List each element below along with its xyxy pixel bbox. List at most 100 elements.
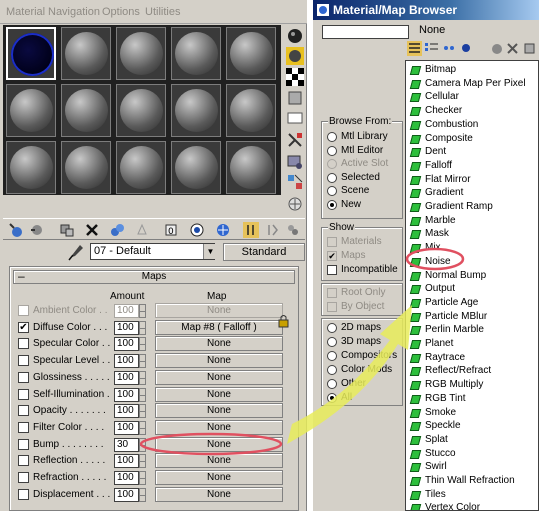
amount-spinner[interactable] — [139, 454, 146, 469]
update-scene-materials-icon[interactable] — [489, 41, 504, 56]
material-slot[interactable] — [171, 84, 221, 137]
video-color-check-icon[interactable] — [286, 109, 304, 127]
radio-button[interactable] — [327, 132, 337, 142]
map-enable-checkbox[interactable] — [18, 421, 29, 433]
map-button[interactable]: None — [155, 470, 283, 485]
menu-material[interactable]: Material — [6, 6, 45, 18]
map-list-item[interactable]: RGB Tint — [406, 392, 538, 406]
material-slot[interactable] — [61, 141, 111, 194]
material-slot[interactable] — [116, 141, 166, 194]
lock-icon[interactable] — [278, 314, 289, 328]
map-button[interactable]: None — [155, 403, 283, 419]
material-effects-channel-icon[interactable]: 0 — [163, 222, 179, 238]
get-material-icon[interactable] — [8, 222, 24, 238]
map-list[interactable]: Bitmap Camera Map Per Pixel Cellular Checke… — [405, 60, 539, 511]
amount-field[interactable]: 100 — [114, 304, 139, 318]
map-list-item[interactable]: Vertex Color — [406, 501, 538, 510]
go-forward-to-sibling-icon[interactable] — [265, 222, 281, 238]
radio-button[interactable] — [327, 393, 337, 403]
map-list-item[interactable]: Noise — [406, 255, 538, 269]
map-button[interactable]: None — [155, 453, 283, 469]
amount-spinner[interactable] — [139, 420, 146, 435]
map-list-item[interactable]: Splat — [406, 433, 538, 447]
amount-spinner[interactable] — [139, 304, 146, 318]
material-slot[interactable] — [226, 84, 276, 137]
make-preview-icon[interactable] — [286, 131, 304, 149]
map-list-item[interactable]: Checker — [406, 104, 538, 118]
checkbox[interactable]: ✔ — [327, 251, 337, 261]
amount-spinner[interactable] — [139, 487, 146, 502]
map-list-item[interactable]: Raytrace — [406, 351, 538, 365]
map-enable-checkbox[interactable] — [18, 438, 29, 450]
checkbox[interactable] — [327, 237, 337, 247]
map-enable-checkbox[interactable] — [18, 305, 29, 316]
map-button[interactable]: None — [155, 336, 283, 352]
chevron-down-icon[interactable]: ▼ — [203, 244, 217, 259]
map-list-item[interactable]: Normal Bump — [406, 269, 538, 283]
map-enable-checkbox[interactable] — [18, 405, 29, 417]
map-list-item[interactable]: Combustion — [406, 118, 538, 132]
amount-field[interactable]: 100 — [114, 471, 139, 485]
amount-field[interactable]: 100 — [114, 387, 139, 402]
material-slot[interactable] — [61, 84, 111, 137]
material-type-button[interactable]: Standard — [223, 243, 305, 261]
amount-field[interactable]: 100 — [114, 404, 139, 419]
map-list-item[interactable]: Camera Map Per Pixel — [406, 77, 538, 91]
map-list-item[interactable]: Composite — [406, 132, 538, 146]
map-enable-checkbox[interactable] — [18, 388, 29, 400]
menu-options[interactable]: Options — [102, 6, 140, 18]
options-icon[interactable] — [286, 153, 304, 171]
map-list-item[interactable]: Particle Age — [406, 296, 538, 310]
map-list-item[interactable]: Perlin Marble — [406, 323, 538, 337]
radio-button[interactable] — [327, 186, 337, 197]
radio-button[interactable] — [327, 351, 337, 361]
material-map-navigator-icon[interactable] — [286, 195, 304, 213]
delete-from-library-icon[interactable] — [505, 41, 520, 56]
material-slot[interactable] — [6, 141, 56, 194]
assign-material-icon[interactable] — [59, 222, 75, 238]
map-enable-checkbox[interactable] — [18, 488, 29, 500]
map-list-item[interactable]: Bitmap — [406, 63, 538, 77]
view-small-icons-icon[interactable] — [442, 41, 457, 56]
amount-field[interactable]: 100 — [114, 487, 139, 502]
map-button[interactable]: None — [155, 353, 283, 369]
map-list-item[interactable]: Stucco — [406, 447, 538, 461]
amount-spinner[interactable] — [139, 404, 146, 419]
amount-field[interactable]: 100 — [114, 420, 139, 435]
radio-button[interactable] — [327, 379, 337, 389]
material-slot[interactable] — [116, 84, 166, 137]
material-slot[interactable] — [171, 27, 221, 80]
search-input[interactable] — [322, 25, 409, 39]
material-slot[interactable] — [61, 27, 111, 80]
sample-type-sphere-icon[interactable] — [286, 27, 304, 45]
map-enable-checkbox[interactable] — [18, 472, 29, 483]
map-list-item[interactable]: Flat Mirror — [406, 173, 538, 187]
map-button[interactable]: None — [155, 486, 283, 502]
radio-button[interactable] — [327, 145, 337, 156]
material-slot[interactable] — [116, 27, 166, 80]
maps-rollout-header[interactable]: – Maps — [13, 269, 295, 284]
map-list-item[interactable]: Smoke — [406, 406, 538, 420]
go-to-parent-icon[interactable] — [243, 222, 259, 238]
map-list-item[interactable]: Reflect/Refract — [406, 364, 538, 378]
put-to-library-icon[interactable] — [134, 222, 150, 238]
view-large-icons-icon[interactable] — [459, 41, 474, 56]
clear-material-library-icon[interactable] — [522, 41, 537, 56]
amount-spinner[interactable] — [139, 320, 146, 335]
material-slot[interactable] — [6, 27, 56, 80]
material-name-field[interactable]: 07 - Default — [90, 243, 215, 260]
map-button[interactable]: None — [155, 386, 283, 402]
material-slot[interactable] — [6, 84, 56, 137]
map-list-item[interactable]: Output — [406, 282, 538, 296]
radio-button[interactable] — [327, 337, 337, 347]
menu-navigation[interactable]: Navigation — [48, 6, 100, 18]
map-list-item[interactable]: Mix — [406, 241, 538, 255]
amount-spinner[interactable] — [139, 437, 146, 452]
view-list-icons-icon[interactable] — [424, 41, 439, 56]
eyedropper-icon[interactable] — [68, 243, 84, 261]
put-to-scene-icon[interactable] — [29, 222, 45, 238]
radio-button[interactable] — [327, 323, 337, 333]
map-button[interactable]: None — [155, 303, 283, 318]
map-list-item[interactable]: Planet — [406, 337, 538, 351]
amount-field[interactable]: 100 — [114, 370, 139, 385]
